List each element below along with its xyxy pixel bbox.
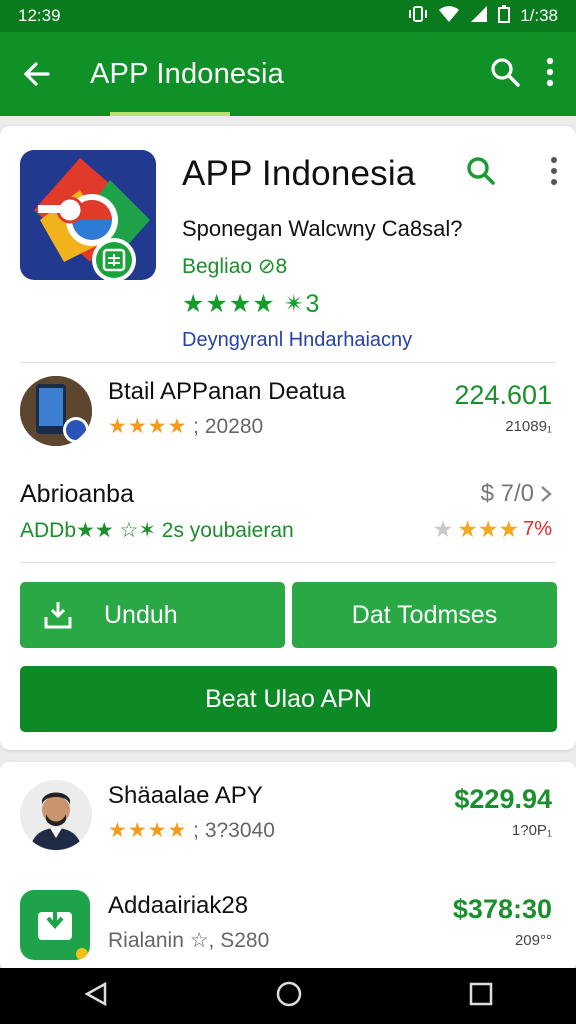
chevron-right-icon xyxy=(541,486,552,502)
nav-back-button[interactable] xyxy=(83,981,109,1012)
status-time: 12:39 xyxy=(18,6,61,25)
rating-count: ; 20280 xyxy=(193,415,264,438)
list-item[interactable]: Addaairiak28 Rialanin ☆, S280 $378:30 20… xyxy=(20,890,556,966)
app-bar-actions xyxy=(490,57,554,92)
item-name: Btail APPanan Deatua xyxy=(108,378,346,405)
status-time-right: 1/:38 xyxy=(520,6,558,25)
triangle-back-icon xyxy=(84,981,107,1006)
hero-search-button[interactable] xyxy=(466,156,496,191)
item-meta: ADDb★★ ☆✶ 2s youbaieran xyxy=(20,519,294,542)
more-button[interactable] xyxy=(546,57,554,92)
item-name: Abrioanba xyxy=(20,480,134,508)
app-subtitle: Sponegan Walcwny Ca8sal? xyxy=(182,216,463,241)
app-icon xyxy=(20,890,90,960)
rating-percent: 7% xyxy=(523,518,552,540)
details-button[interactable]: Dat Todmses xyxy=(292,582,557,648)
list-item[interactable]: Shäaalae APY ★★★★ ; 3?3040 $229.94 1?0P₁ xyxy=(20,780,556,856)
app-badge-icon xyxy=(90,236,138,289)
star-empty-icon: ★ xyxy=(432,516,454,542)
hero-more-button[interactable] xyxy=(550,156,558,191)
search-icon xyxy=(467,157,495,185)
divider xyxy=(20,562,556,563)
item-price: $378:30 xyxy=(452,894,552,924)
wifi-icon xyxy=(438,5,460,28)
item-size: 1?0P₁ xyxy=(511,822,552,839)
list-item[interactable]: Abrioanba ADDb★★ ☆✶ 2s youbaieran $ 7/0 … xyxy=(20,476,556,552)
item-price: $229.94 xyxy=(454,784,552,814)
search-button[interactable] xyxy=(490,57,520,92)
signal-icon xyxy=(470,5,488,28)
back-button[interactable] xyxy=(0,60,72,88)
download-label: Unduh xyxy=(104,600,178,629)
nav-recents-button[interactable] xyxy=(469,982,493,1011)
rating-count: ; 3?3040 xyxy=(193,819,275,842)
primary-action-label: Beat Ulao APN xyxy=(205,684,372,713)
item-size: 21089₁ xyxy=(505,418,552,435)
item-price: 224.601 xyxy=(454,380,552,410)
download-icon xyxy=(44,602,72,629)
search-icon xyxy=(491,57,520,87)
arrow-left-icon xyxy=(23,62,50,86)
square-recents-icon xyxy=(469,982,493,1005)
item-meta: ★★★★ ; 20280 xyxy=(108,414,263,439)
app-bar-title: APP Indonesia xyxy=(90,57,284,90)
related-apps-card: Shäaalae APY ★★★★ ; 3?3040 $229.94 1?0P₁… xyxy=(0,762,576,970)
hero-text: APP Indonesia Sponegan Walcwny Ca8sal? B… xyxy=(182,154,562,352)
star-filled-icon: ★★★ xyxy=(457,516,520,542)
item-size: 209°° xyxy=(514,932,552,949)
avatar xyxy=(20,376,92,446)
battery-icon xyxy=(498,4,511,28)
item-price: $ 7/0 xyxy=(480,480,534,507)
app-bar: APP Indonesia xyxy=(0,32,576,116)
more-vert-icon xyxy=(551,157,557,185)
nav-home-button[interactable] xyxy=(275,980,303,1013)
circle-home-icon xyxy=(276,981,302,1006)
item-meta: Rialanin ☆, S280 xyxy=(108,929,270,952)
item-meta: ★★★★ ; 3?3040 xyxy=(108,818,275,843)
vibrate-icon xyxy=(408,5,428,28)
list-item[interactable]: Btail APPanan Deatua ★★★★ ; 20280 224.60… xyxy=(20,376,556,452)
item-price-group: $ 7/0 xyxy=(481,480,552,508)
primary-action-button[interactable]: Beat Ulao APN xyxy=(20,666,557,732)
item-rating-right: ★ ★★★ 7% xyxy=(433,516,552,543)
details-label: Dat Todmses xyxy=(351,600,498,629)
developer-link[interactable]: Deyngyranl Hndarhaiacny xyxy=(182,329,562,352)
tab-indicator xyxy=(110,112,230,116)
rating-stars: ★★★★ xyxy=(108,415,188,438)
item-name: Addaairiak28 xyxy=(108,892,249,919)
system-nav-bar xyxy=(0,968,576,1024)
avatar xyxy=(20,780,92,850)
item-name: Shäaalae APY xyxy=(108,782,263,809)
rating-stars: ★★★★ xyxy=(108,819,188,842)
divider xyxy=(20,362,556,363)
status-bar: 12:39 1/:38 xyxy=(0,0,576,32)
app-rating-stars: ★★★★ ✴3 xyxy=(182,290,321,318)
status-icons: 1/:38 xyxy=(408,4,558,28)
app-tag: Begliao ⊘8 xyxy=(182,255,288,278)
more-vert-icon xyxy=(546,57,554,86)
download-button[interactable]: Unduh xyxy=(20,582,285,648)
app-title: APP Indonesia xyxy=(182,154,416,193)
app-detail-card: APP Indonesia Sponegan Walcwny Ca8sal? B… xyxy=(0,126,576,750)
